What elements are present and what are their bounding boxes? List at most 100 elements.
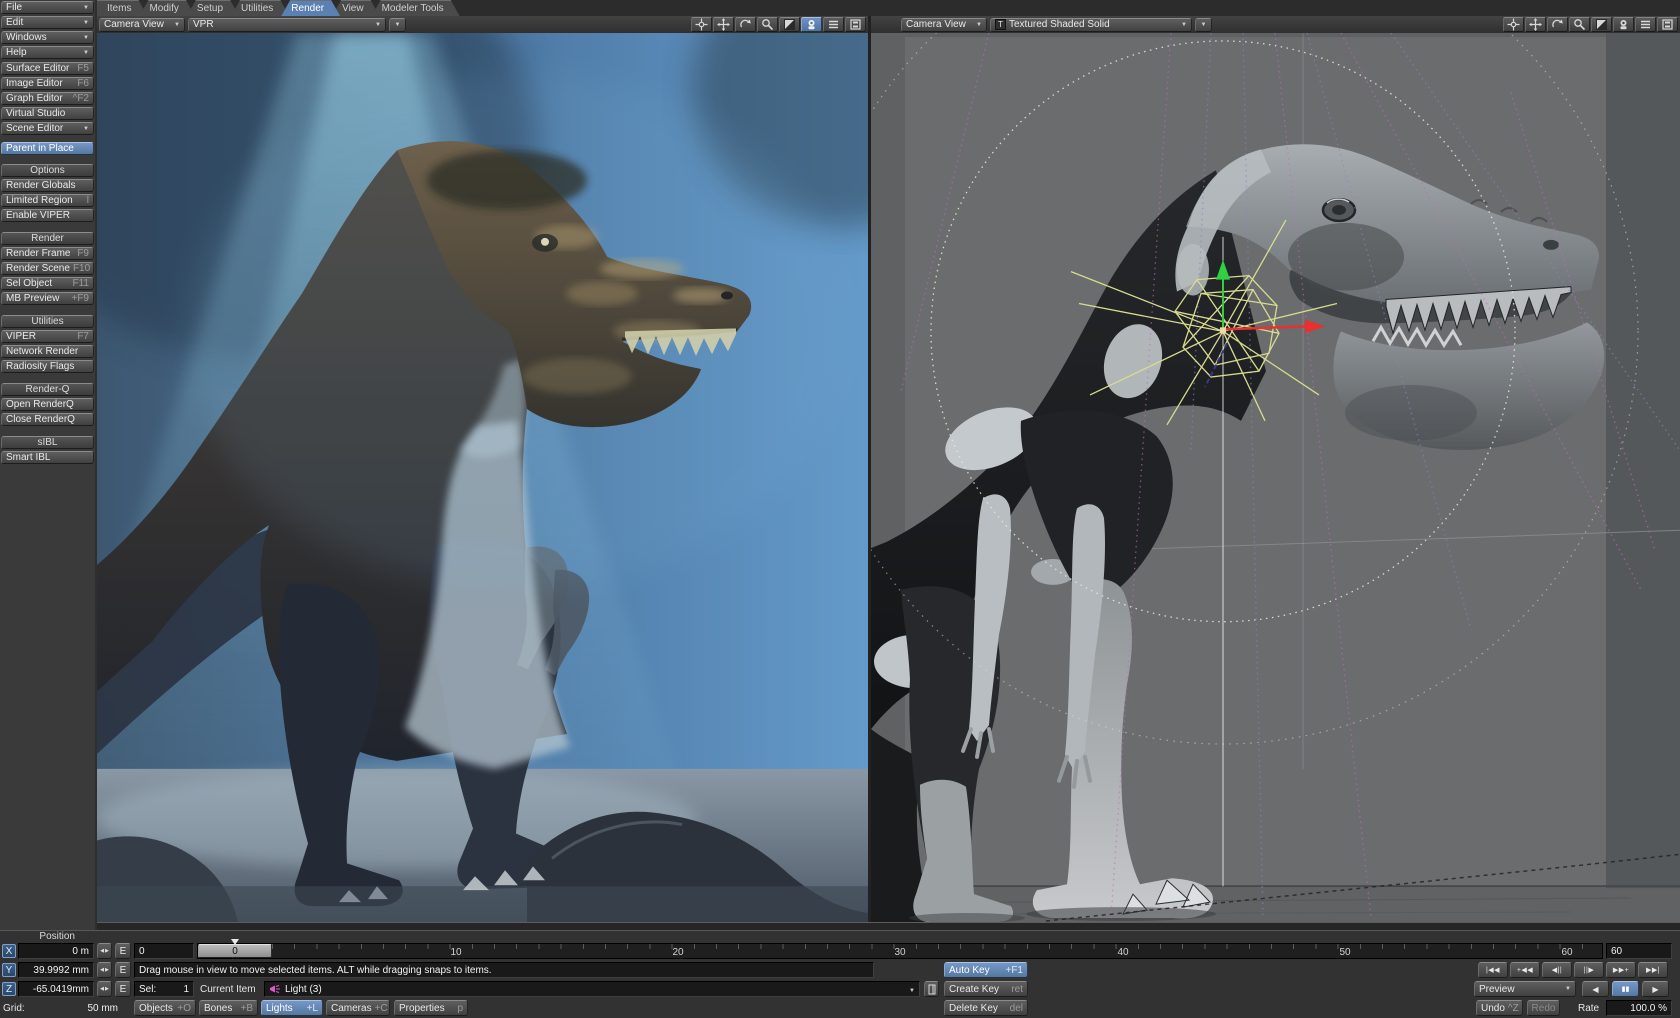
network-render-button[interactable]: Network Render bbox=[1, 345, 94, 358]
smart-ibl-button[interactable]: Smart IBL bbox=[1, 451, 94, 464]
enable-viper-button[interactable]: Enable VIPER bbox=[1, 209, 94, 222]
prev-keyframe-button[interactable]: +◀◀ bbox=[1510, 962, 1540, 978]
x-stepper[interactable] bbox=[97, 943, 112, 959]
close-renderq-button[interactable]: Close RenderQ bbox=[1, 413, 94, 426]
y-stepper[interactable] bbox=[97, 962, 112, 978]
redo-button[interactable]: Redo bbox=[1527, 1000, 1560, 1016]
left-render-mode-dropdown[interactable]: VPR bbox=[188, 18, 386, 32]
delete-key-button[interactable]: Delete Keydel bbox=[944, 1000, 1028, 1016]
tab-render[interactable]: Render bbox=[281, 0, 340, 16]
tab-items[interactable]: Items bbox=[97, 0, 147, 16]
file-menu[interactable]: File bbox=[1, 1, 94, 14]
z-stepper[interactable] bbox=[97, 981, 112, 997]
scene-editor-button[interactable]: Scene Editor bbox=[1, 122, 94, 135]
right-render-mode-dropdown[interactable]: TTextured Shaded Solid bbox=[990, 18, 1192, 32]
preview-dropdown[interactable]: Preview bbox=[1474, 981, 1576, 997]
maximize-icon[interactable] bbox=[779, 17, 800, 32]
frame-slider-handle[interactable]: 0 bbox=[198, 944, 272, 958]
edit-menu[interactable]: Edit bbox=[1, 16, 94, 29]
tab-modeler-tools[interactable]: Modeler Tools bbox=[372, 0, 460, 16]
prev-frame-button[interactable]: ◀|| bbox=[1542, 962, 1572, 978]
rotate-icon[interactable] bbox=[1547, 17, 1568, 32]
image-editor-button[interactable]: Image EditorF6 bbox=[1, 77, 94, 90]
play-forward-button[interactable]: ▶ bbox=[1642, 981, 1669, 997]
parent-in-place-button[interactable]: Parent in Place bbox=[1, 142, 94, 155]
objects-mode-button[interactable]: Objects+O bbox=[134, 1000, 196, 1016]
menu-icon[interactable] bbox=[823, 17, 844, 32]
go-first-frame-button[interactable]: |◀◀ bbox=[1478, 962, 1508, 978]
next-keyframe-button[interactable]: ▶▶+ bbox=[1606, 962, 1636, 978]
virtual-studio-button[interactable]: Virtual Studio bbox=[1, 107, 94, 120]
tab-utilities[interactable]: Utilities bbox=[231, 0, 289, 16]
camera-icon[interactable] bbox=[801, 17, 822, 32]
right-viewport-textured-shaded[interactable] bbox=[871, 33, 1680, 922]
position-y-field[interactable]: 39.9992 mm bbox=[18, 962, 94, 978]
render-globals-button[interactable]: Render Globals bbox=[1, 179, 94, 192]
start-frame-field[interactable]: 0 bbox=[134, 943, 194, 959]
label: Undo bbox=[1481, 1003, 1505, 1014]
item-list-button[interactable] bbox=[924, 981, 939, 997]
end-frame-field[interactable]: 60 bbox=[1606, 943, 1672, 959]
radiosity-flags-button[interactable]: Radiosity Flags bbox=[1, 360, 94, 373]
windows-menu[interactable]: Windows bbox=[1, 31, 94, 44]
zoom-icon[interactable] bbox=[1569, 17, 1590, 32]
label: Z bbox=[6, 984, 12, 995]
left-viewport-camera-vpr[interactable] bbox=[97, 33, 868, 922]
rotate-icon[interactable] bbox=[735, 17, 756, 32]
left-viewport-options-dropdown[interactable] bbox=[389, 18, 406, 32]
z-axis-button[interactable]: Z bbox=[2, 982, 16, 996]
position-z-field[interactable]: -65.0419mm bbox=[18, 981, 94, 997]
tab-setup[interactable]: Setup bbox=[187, 0, 239, 16]
zoom-icon[interactable] bbox=[757, 17, 778, 32]
viewport-scrollbar-strip[interactable] bbox=[97, 922, 1680, 930]
lights-mode-button[interactable]: Lights+L bbox=[261, 1000, 323, 1016]
move-icon[interactable] bbox=[713, 17, 734, 32]
cameras-mode-button[interactable]: Cameras+C bbox=[326, 1000, 390, 1016]
play-backward-button[interactable]: ◀ bbox=[1582, 981, 1609, 997]
bones-mode-button[interactable]: Bones+B bbox=[199, 1000, 258, 1016]
y-axis-button[interactable]: Y bbox=[2, 963, 16, 977]
auto-key-button[interactable]: Auto Key+F1 bbox=[944, 962, 1028, 978]
tab-modify[interactable]: Modify bbox=[139, 0, 194, 16]
label: Preview bbox=[1479, 984, 1515, 995]
properties-button[interactable]: Propertiesp bbox=[394, 1000, 468, 1016]
position-x-field[interactable]: 0 m bbox=[18, 943, 94, 959]
rate-field[interactable]: 100.0 % bbox=[1606, 1000, 1672, 1016]
go-last-frame-button[interactable]: ▶▶| bbox=[1638, 962, 1668, 978]
x-axis-button[interactable]: X bbox=[2, 944, 16, 958]
film-icon[interactable] bbox=[1657, 17, 1678, 32]
move-icon[interactable] bbox=[1525, 17, 1546, 32]
mb-preview-button[interactable]: MB Preview+F9 bbox=[1, 292, 94, 305]
menu-icon[interactable] bbox=[1635, 17, 1656, 32]
pan-icon[interactable] bbox=[691, 17, 712, 32]
timeline-ruler[interactable]: 10 20 30 40 50 60 0 bbox=[197, 943, 1603, 959]
right-view-mode-dropdown[interactable]: Camera View bbox=[901, 18, 987, 32]
render-scene-button[interactable]: Render SceneF10 bbox=[1, 262, 94, 275]
undo-button[interactable]: Undo^Z bbox=[1476, 1000, 1523, 1016]
pan-icon[interactable] bbox=[1503, 17, 1524, 32]
open-renderq-button[interactable]: Open RenderQ bbox=[1, 398, 94, 411]
current-item-dropdown[interactable]: Light (3) bbox=[264, 981, 920, 997]
sel-object-button[interactable]: Sel ObjectF11 bbox=[1, 277, 94, 290]
right-viewport-options-dropdown[interactable] bbox=[1195, 18, 1212, 32]
create-key-button[interactable]: Create Keyret bbox=[944, 981, 1028, 997]
z-envelope-button[interactable]: E bbox=[115, 981, 131, 997]
render-frame-button[interactable]: Render FrameF9 bbox=[1, 247, 94, 260]
pause-button[interactable]: ▮▮ bbox=[1612, 981, 1639, 997]
left-view-mode-dropdown[interactable]: Camera View bbox=[99, 18, 185, 32]
surface-editor-button[interactable]: Surface EditorF5 bbox=[1, 62, 94, 75]
selection-count-field[interactable]: Sel:1 bbox=[134, 981, 194, 997]
camera-icon[interactable] bbox=[1613, 17, 1634, 32]
help-menu[interactable]: Help bbox=[1, 46, 94, 59]
label: VIPER bbox=[6, 331, 36, 342]
x-envelope-button[interactable]: E bbox=[115, 943, 131, 959]
viper-button[interactable]: VIPERF7 bbox=[1, 330, 94, 343]
tab-view[interactable]: View bbox=[332, 0, 380, 16]
label: Modify bbox=[149, 3, 178, 14]
next-frame-button[interactable]: ||▶ bbox=[1574, 962, 1604, 978]
limited-region-button[interactable]: Limited Regionl bbox=[1, 194, 94, 207]
film-icon[interactable] bbox=[845, 17, 866, 32]
y-envelope-button[interactable]: E bbox=[115, 962, 131, 978]
maximize-icon[interactable] bbox=[1591, 17, 1612, 32]
graph-editor-button[interactable]: Graph Editor^F2 bbox=[1, 92, 94, 105]
